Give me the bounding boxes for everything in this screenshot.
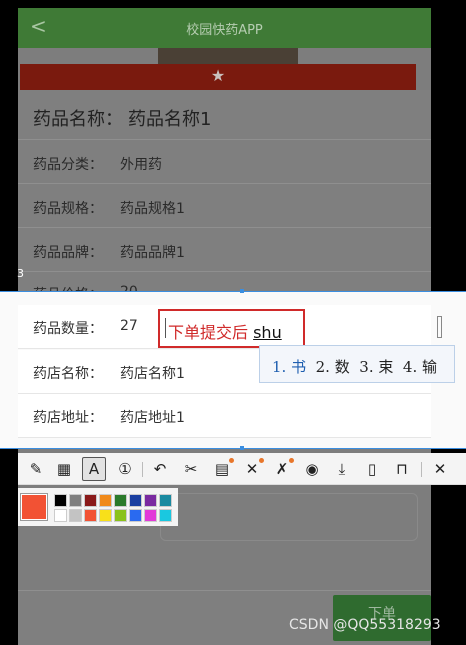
watermark: CSDN @QQ55318293	[289, 617, 441, 633]
drug-name-value: 药品名称1	[128, 109, 212, 130]
pen-icon[interactable]: ✎	[24, 457, 48, 481]
color-swatch[interactable]	[69, 494, 82, 507]
banner-image	[158, 48, 298, 64]
pin-icon[interactable]: ✗	[270, 457, 294, 481]
color-swatch[interactable]	[99, 494, 112, 507]
color-swatch[interactable]	[84, 494, 97, 507]
copy-icon[interactable]: ▯	[360, 457, 384, 481]
pharmacy-address-row: 药店地址： 药店地址1	[18, 394, 431, 438]
ocr-icon[interactable]: ▤	[210, 457, 234, 481]
text-tool-icon[interactable]: A	[82, 457, 106, 481]
ime-candidate[interactable]: 1. 书	[272, 358, 306, 376]
row-label: 药店地址：	[33, 410, 103, 426]
color-swatch[interactable]	[114, 494, 127, 507]
row-value: 药店地址1	[120, 410, 185, 426]
color-swatch[interactable]	[99, 509, 112, 522]
scrollbar[interactable]	[437, 316, 442, 338]
ime-candidate[interactable]: 4. 输	[403, 358, 437, 376]
page-title: 校园快药APP	[186, 23, 263, 38]
color-palette	[18, 488, 178, 526]
color-swatch[interactable]	[159, 494, 172, 507]
new-badge	[259, 458, 264, 463]
color-swatch[interactable]	[144, 509, 157, 522]
row-value: 外用药	[120, 157, 162, 173]
row-value: 药店名称1	[120, 366, 185, 382]
text-cursor	[165, 318, 166, 338]
color-swatch[interactable]	[129, 494, 142, 507]
row-value: 药品规格1	[120, 201, 185, 217]
row-label: 药品分类：	[33, 157, 103, 173]
resize-handle[interactable]	[240, 289, 244, 293]
detail-row: 药品规格： 药品规格1	[18, 184, 431, 228]
divider	[421, 462, 422, 477]
ime-candidate[interactable]: 3. 束	[359, 358, 393, 376]
remark-textarea[interactable]	[160, 493, 418, 541]
row-value: 27	[120, 318, 138, 334]
bookmark-icon[interactable]: ⊓	[390, 457, 414, 481]
current-color-swatch[interactable]	[20, 493, 48, 521]
annotation-text[interactable]: 下单提交后 shu	[168, 319, 282, 343]
row-value: 药品品牌1	[120, 245, 185, 261]
ime-candidate-window[interactable]: 1. 书 2. 数 3. 束 4. 输	[259, 345, 455, 383]
selection-top-edge	[0, 291, 466, 292]
number-icon[interactable]: ①	[113, 457, 137, 481]
pinyin-composition: shu	[253, 323, 282, 342]
download-icon[interactable]: ⤓	[330, 457, 354, 481]
color-swatch[interactable]	[84, 509, 97, 522]
detail-row: 药品品牌： 药品品牌1	[18, 228, 431, 272]
undo-icon[interactable]: ↶	[148, 457, 172, 481]
app-header: < 校园快药APP	[18, 8, 431, 48]
row-label: 药品品牌：	[33, 245, 103, 261]
color-swatch[interactable]	[114, 509, 127, 522]
favorite-bar[interactable]: ★	[20, 64, 416, 90]
scan-icon[interactable]: ✕	[240, 457, 264, 481]
color-swatch[interactable]	[144, 494, 157, 507]
text-annotation-box[interactable]: 下单提交后 shu	[158, 309, 305, 348]
cut-icon[interactable]: ✂	[179, 457, 203, 481]
ime-candidate[interactable]: 2. 数	[316, 358, 350, 376]
selection-bottom-edge	[0, 448, 466, 449]
mosaic-icon[interactable]: ▦	[52, 457, 76, 481]
close-icon[interactable]: ✕	[428, 457, 452, 481]
resize-handle[interactable]	[240, 446, 244, 450]
row-label: 药品规格：	[33, 201, 103, 217]
drug-name-row: 药品名称： 药品名称1	[18, 90, 431, 140]
record-icon[interactable]: ◉	[300, 457, 324, 481]
new-badge	[229, 458, 234, 463]
screenshot-toolbar: ✎ ▦ A ① ↶ ✂ ▤ ✕ ✗ ◉ ⤓ ▯ ⊓ ✕	[18, 453, 466, 485]
detail-row: 药品分类： 外用药	[18, 140, 431, 184]
divider	[142, 462, 143, 477]
candidate-list: 1. 书 2. 数 3. 束 4. 输	[272, 356, 437, 377]
side-marker: 3	[17, 267, 24, 280]
star-icon[interactable]: ★	[20, 66, 416, 85]
color-swatch[interactable]	[54, 494, 67, 507]
row-label: 药品数量：	[33, 321, 103, 337]
color-swatch[interactable]	[129, 509, 142, 522]
color-swatch[interactable]	[69, 509, 82, 522]
drug-name-label: 药品名称：	[33, 109, 123, 130]
new-badge	[289, 458, 294, 463]
color-swatch[interactable]	[54, 509, 67, 522]
row-label: 药店名称：	[33, 366, 103, 382]
color-swatch[interactable]	[159, 509, 172, 522]
